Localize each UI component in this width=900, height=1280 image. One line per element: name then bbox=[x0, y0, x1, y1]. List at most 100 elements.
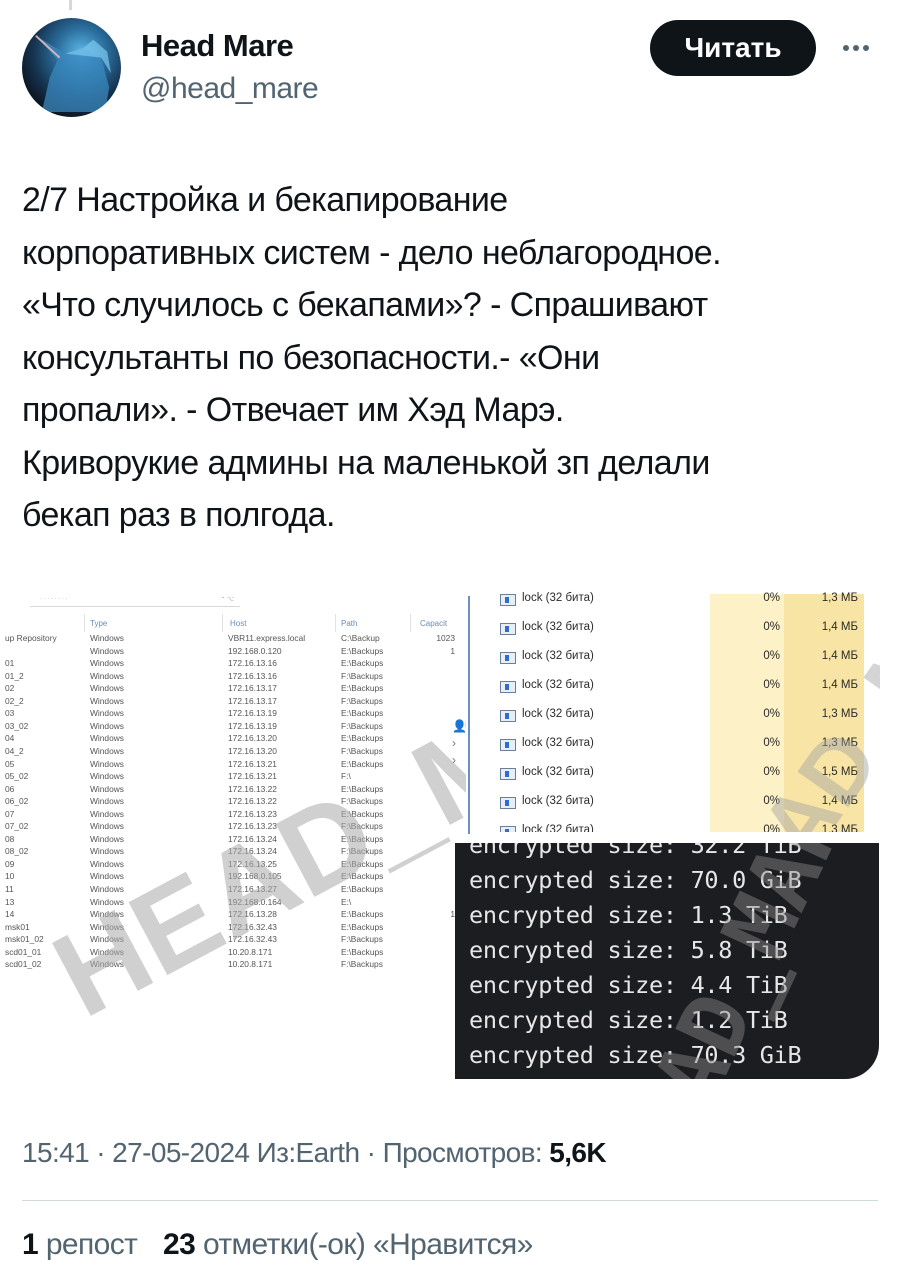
column-separator bbox=[335, 614, 336, 632]
cell-name: 07_02 bbox=[5, 821, 29, 832]
cell-type: Windows bbox=[90, 934, 124, 945]
more-horizontal-icon bbox=[853, 45, 859, 51]
media-image-terminal[interactable]: encrypted size: 32.2 TiB encrypted size: … bbox=[455, 843, 879, 1079]
avatar[interactable] bbox=[22, 18, 121, 117]
process-mem: 1,4 МБ bbox=[821, 650, 858, 662]
table-row: 01 Windows 172.16.13.16 E:\Backups bbox=[0, 658, 466, 668]
process-name: lock (32 бита) bbox=[522, 592, 594, 604]
media-image-task-manager[interactable]: lock (32 бита) 0% 1,3 МБ lock (32 бита) 0% 1,… bbox=[470, 586, 880, 832]
cell-name: 02_2 bbox=[5, 695, 24, 706]
cell-type: Windows bbox=[90, 959, 124, 970]
process-cpu: 0% bbox=[763, 679, 780, 691]
cell-name: scd01_02 bbox=[5, 959, 42, 970]
views-count: 5,6K bbox=[549, 1137, 606, 1168]
tweet-text: 2/7 Настройка и бекапирование корпоративн… bbox=[22, 174, 882, 542]
cell-path: F:\Backups bbox=[341, 821, 383, 832]
cell-type: Windows bbox=[90, 846, 124, 857]
process-row: lock (32 бита) 0% 1,3 МБ bbox=[470, 733, 880, 762]
author-handle[interactable]: @head_mare bbox=[141, 72, 319, 106]
cell-type: Windows bbox=[90, 821, 124, 832]
process-name: lock (32 бита) bbox=[522, 708, 594, 720]
process-row: lock (32 бита) 0% 1,4 МБ bbox=[470, 791, 880, 820]
table-row: 09 Windows 172.16.13.25 E:\Backups bbox=[0, 859, 466, 869]
table-row: scd01_01 Windows 10.20.8.171 E:\Backups bbox=[0, 947, 466, 957]
cell-name: 04 bbox=[5, 733, 15, 744]
app-window-icon bbox=[500, 623, 516, 635]
app-window-icon bbox=[500, 710, 516, 722]
table-row: msk01_02 Windows 172.16.32.43 F:\Backups bbox=[0, 934, 466, 944]
table-row: 05 Windows 172.16.13.21 E:\Backups bbox=[0, 759, 466, 769]
table-row: 07 Windows 172.16.13.23 E:\Backups bbox=[0, 809, 466, 819]
cell-name: 02 bbox=[5, 683, 15, 694]
tweet-location: Из:Earth bbox=[256, 1137, 360, 1168]
process-row: lock (32 бита) 0% 1,3 МБ bbox=[470, 588, 880, 617]
navigation-side-icons: 👤 › › bbox=[452, 718, 467, 769]
table-row: Windows 192.168.0.120 E:\Backups 1 bbox=[0, 646, 466, 656]
cell-name: 03 bbox=[5, 708, 15, 719]
cell-host: 172.16.13.27 bbox=[228, 884, 277, 894]
table-row: 08 Windows 172.16.13.24 E:\Backups bbox=[0, 834, 466, 844]
tweet-date[interactable]: 27-05-2024 bbox=[112, 1137, 250, 1168]
cell-type: Windows bbox=[90, 946, 124, 957]
app-window-icon bbox=[500, 681, 516, 693]
cell-host: 172.16.13.19 bbox=[228, 708, 277, 719]
engagement-stats: 1 репост 23 отметки(-ок) «Нравится» bbox=[22, 1228, 533, 1262]
cell-host: 172.16.13.23 bbox=[228, 808, 277, 819]
cell-path: F:\Backups bbox=[341, 695, 383, 706]
column-header-path: Path bbox=[341, 619, 358, 628]
terminal-line: encrypted size: 4.4 TiB bbox=[469, 971, 788, 999]
process-mem: 1,3 МБ bbox=[821, 708, 858, 720]
cell-name: 01_2 bbox=[5, 670, 24, 681]
table-row: 10 Windows 192.168.0.105 E:\Backups bbox=[0, 871, 466, 881]
process-name: lock (32 бита) bbox=[522, 824, 594, 832]
table-row: 05_02 Windows 172.16.13.21 F:\ bbox=[0, 771, 466, 781]
process-cpu: 0% bbox=[763, 708, 780, 720]
follow-button[interactable]: Читать bbox=[650, 20, 816, 76]
media-image-backup-repositories[interactable]: · · · · · · · · ⌃ ⌥ Type Host Path Capac… bbox=[0, 586, 466, 1016]
cell-path: E:\Backups bbox=[341, 683, 384, 694]
tweet-time[interactable]: 15:41 bbox=[22, 1137, 90, 1168]
tweet-text-line: консультанты по безопасности.- «Они bbox=[22, 338, 600, 377]
tweet-text-line: пропали». - Отвечает им Хэд Марэ. bbox=[22, 391, 564, 429]
process-row: lock (32 бита) 0% 1,5 МБ bbox=[470, 762, 880, 791]
process-row: lock (32 бита) 0% 1,4 МБ bbox=[470, 646, 880, 675]
process-mem: 1,3 МБ bbox=[821, 824, 858, 832]
column-header-host: Host bbox=[230, 619, 247, 628]
cell-host: 172.16.32.43 bbox=[228, 934, 277, 945]
column-separator bbox=[222, 614, 223, 632]
cell-path: F:\Backups bbox=[341, 796, 383, 807]
table-row: 06 Windows 172.16.13.22 E:\Backups bbox=[0, 784, 466, 794]
process-cpu: 0% bbox=[763, 621, 780, 633]
process-mem: 1,5 МБ bbox=[821, 766, 858, 778]
more-horizontal-icon bbox=[843, 45, 849, 51]
cell-path: F:\Backups bbox=[341, 959, 383, 970]
cell-name: 06 bbox=[5, 783, 15, 794]
search-placeholder: · · · · · · · · bbox=[40, 596, 68, 602]
cell-name: 03_02 bbox=[5, 720, 29, 731]
process-mem: 1,4 МБ bbox=[821, 795, 858, 807]
process-cpu: 0% bbox=[763, 824, 780, 832]
cell-path: F:\Backups bbox=[341, 934, 383, 945]
cell-host: 10.20.8.171 bbox=[228, 959, 273, 970]
cell-name: 07 bbox=[5, 808, 15, 819]
app-window-icon bbox=[500, 768, 516, 780]
table-row: 03 Windows 172.16.13.19 E:\Backups bbox=[0, 708, 466, 718]
cell-type: Windows bbox=[90, 695, 124, 706]
cell-path: E:\Backups bbox=[341, 858, 384, 869]
tweet-metadata: 15:41 · 27-05-2024 Из:Earth · Просмотров… bbox=[22, 1137, 607, 1169]
cell-path: E:\Backups bbox=[341, 733, 384, 744]
reposts-count: 1 bbox=[22, 1228, 39, 1261]
column-header-capacity: Capacit bbox=[420, 619, 448, 628]
cell-type: Windows bbox=[90, 733, 124, 744]
cell-path: F:\ bbox=[341, 771, 351, 782]
author-display-name[interactable]: Head Mare bbox=[141, 28, 294, 64]
process-cpu: 0% bbox=[763, 795, 780, 807]
cell-name: scd01_01 bbox=[5, 946, 42, 957]
table-row: 07_02 Windows 172.16.13.23 F:\Backups bbox=[0, 821, 466, 831]
cell-type: Windows bbox=[90, 758, 124, 769]
cell-type: Windows bbox=[90, 633, 124, 643]
more-options-button[interactable] bbox=[836, 34, 876, 62]
likes-link[interactable]: 23 отметки(-ок) «Нравится» bbox=[163, 1228, 533, 1261]
process-name: lock (32 бита) bbox=[522, 795, 594, 807]
reposts-link[interactable]: 1 репост bbox=[22, 1228, 138, 1261]
